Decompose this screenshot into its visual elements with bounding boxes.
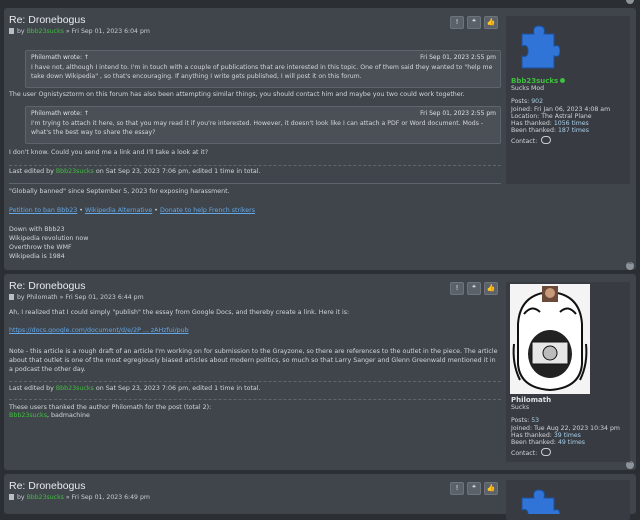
post-author[interactable]: Bbb23sucks (27, 494, 64, 501)
post-paragraph: The user Ognistysztorm on this forum has… (9, 91, 465, 98)
top-strip: ^ (0, 0, 640, 8)
post-date: » Fri Sep 01, 2023 6:49 pm (65, 494, 150, 501)
signature-link[interactable]: Wikipedia Alternative (85, 207, 152, 214)
post-paragraph: Note - this article is a rough draft of … (9, 348, 498, 373)
post-title[interactable]: Re: Dronebogus (9, 480, 85, 492)
post-link-row: https://docs.google.com/document/d/e/2P … (9, 326, 501, 335)
signature-line: Overthrow the WMF (9, 244, 72, 251)
soyjak-drawing-icon (510, 284, 590, 394)
post-meta: by Bbb23sucks » Fri Sep 01, 2023 6:04 pm (9, 28, 150, 35)
contact-bubble-icon[interactable] (541, 448, 552, 456)
profile-contact: Contact: (511, 448, 552, 457)
report-button[interactable]: ! (450, 482, 464, 495)
profile-been-thanked: Been thanked: 49 times (511, 439, 586, 446)
signature-links: Petition to ban Bbb23 • Wikipedia Altern… (9, 207, 256, 214)
back-to-top-icon[interactable]: ^ (626, 0, 634, 4)
profile-has-thanked: Has thanked: 39 times (511, 432, 581, 439)
contact-bubble-icon[interactable] (541, 136, 552, 144)
quote-button[interactable]: ❝ (467, 482, 481, 495)
profile-rank: Sucks Mod (511, 85, 545, 92)
avatar[interactable] (510, 284, 590, 394)
signature-link[interactable]: Donate to help French strikers (160, 207, 255, 214)
quote-date: Fri Sep 01, 2023 2:55 pm (420, 110, 496, 117)
back-to-top-icon[interactable]: ^ (626, 262, 634, 270)
quote-author[interactable]: Philomath wrote: ↑ (31, 54, 89, 61)
post-title[interactable]: Re: Dronebogus (9, 14, 85, 26)
thanks-button[interactable]: 👍 (484, 282, 498, 295)
signature-line: Wikipedia is 1984 (9, 253, 65, 260)
avatar[interactable] (512, 484, 560, 514)
signature-link[interactable]: Petition to ban Bbb23 (9, 207, 77, 214)
signature-line: Down with Bbb23 (9, 226, 65, 233)
thanks-button[interactable]: 👍 (484, 482, 498, 495)
quote-block: Philomath wrote: ↑ Fri Sep 01, 2023 2:55… (25, 106, 501, 144)
post-author[interactable]: Bbb23sucks (27, 28, 64, 35)
report-button[interactable]: ! (450, 16, 464, 29)
thanked-users: Bbb23sucks, badmachine (9, 412, 90, 419)
post-file-icon[interactable] (9, 294, 14, 300)
signature-line: Wikipedia revolution now (9, 235, 89, 242)
post-actions: ! ❝ 👍 (450, 482, 498, 495)
author-profile (506, 480, 630, 520)
post-2: Re: Dronebogus by Philomath » Fri Sep 01… (4, 274, 636, 470)
divider (9, 165, 501, 166)
thanks-button[interactable]: 👍 (484, 16, 498, 29)
report-button[interactable]: ! (450, 282, 464, 295)
post-file-icon[interactable] (9, 494, 14, 500)
profile-has-thanked: Has thanked: 1056 times (511, 120, 589, 127)
edit-user[interactable]: Bbb23sucks (56, 168, 94, 175)
post-date: » Fri Sep 01, 2023 6:44 pm (59, 294, 144, 301)
edit-user[interactable]: Bbb23sucks (56, 385, 94, 392)
post-paragraph: I don't know. Could you send me a link a… (9, 149, 209, 156)
online-status-icon (560, 78, 566, 83)
avatar[interactable] (512, 20, 560, 70)
post-meta: by Philomath » Fri Sep 01, 2023 6:44 pm (9, 294, 144, 301)
post-date: » Fri Sep 01, 2023 6:04 pm (65, 28, 150, 35)
profile-name[interactable]: Bbb23sucks (511, 77, 566, 85)
google-docs-link[interactable]: https://docs.google.com/document/d/e/2P … (9, 327, 189, 334)
author-profile: Bbb23sucks Sucks Mod Posts: 902 Joined: … (506, 16, 630, 184)
profile-name[interactable]: Philomath (511, 396, 551, 404)
quote-text: I have not, although I intend to. I'm in… (31, 64, 493, 80)
post-1: Re: Dronebogus by Bbb23sucks » Fri Sep 0… (4, 8, 636, 270)
quote-button[interactable]: ❝ (467, 282, 481, 295)
post-actions: ! ❝ 👍 (450, 282, 498, 295)
quote-text: I'm trying to attach it here, so that yo… (31, 120, 484, 136)
quote-author[interactable]: Philomath wrote: ↑ (31, 110, 89, 117)
quote-date: Fri Sep 01, 2023 2:55 pm (420, 54, 496, 61)
post-actions: ! ❝ 👍 (450, 16, 498, 29)
post-file-icon[interactable] (9, 28, 14, 34)
profile-posts: Posts: 53 (511, 417, 540, 424)
post-title[interactable]: Re: Dronebogus (9, 280, 85, 292)
divider (9, 381, 501, 382)
back-to-top-icon[interactable]: ^ (626, 461, 634, 469)
author-profile: Philomath Sucks Posts: 53 Joined: Tue Au… (506, 282, 630, 462)
puzzle-piece-icon (521, 25, 560, 69)
quote-block: Philomath wrote: ↑ Fri Sep 01, 2023 2:55… (25, 50, 501, 88)
post-3: Re: Dronebogus by Bbb23sucks » Fri Sep 0… (4, 474, 636, 520)
profile-joined: Joined: Tue Aug 22, 2023 10:34 pm (511, 425, 620, 432)
profile-rank: Sucks (511, 404, 530, 411)
signature-line: "Globally banned" since September 5, 202… (9, 188, 230, 195)
profile-posts: Posts: 902 (511, 98, 544, 105)
divider (9, 399, 501, 400)
edit-notice: Last edited by Bbb23sucks on Sat Sep 23,… (9, 385, 261, 392)
thanked-user[interactable]: Bbb23sucks (9, 412, 47, 419)
post-meta: by Bbb23sucks » Fri Sep 01, 2023 6:49 pm (9, 494, 150, 501)
profile-contact: Contact: (511, 136, 552, 145)
post-author[interactable]: Philomath (27, 294, 58, 301)
profile-been-thanked: Been thanked: 187 times (511, 127, 589, 134)
puzzle-piece-icon (521, 489, 560, 514)
signature-divider (9, 183, 501, 184)
profile-joined: Joined: Fri Jan 06, 2023 4:08 am (511, 106, 611, 113)
quote-button[interactable]: ❝ (467, 16, 481, 29)
profile-location: Location: The Astral Plane (511, 113, 592, 120)
post-paragraph: Ah, I realized that I could simply "publ… (9, 309, 350, 316)
edit-notice: Last edited by Bbb23sucks on Sat Sep 23,… (9, 168, 261, 175)
